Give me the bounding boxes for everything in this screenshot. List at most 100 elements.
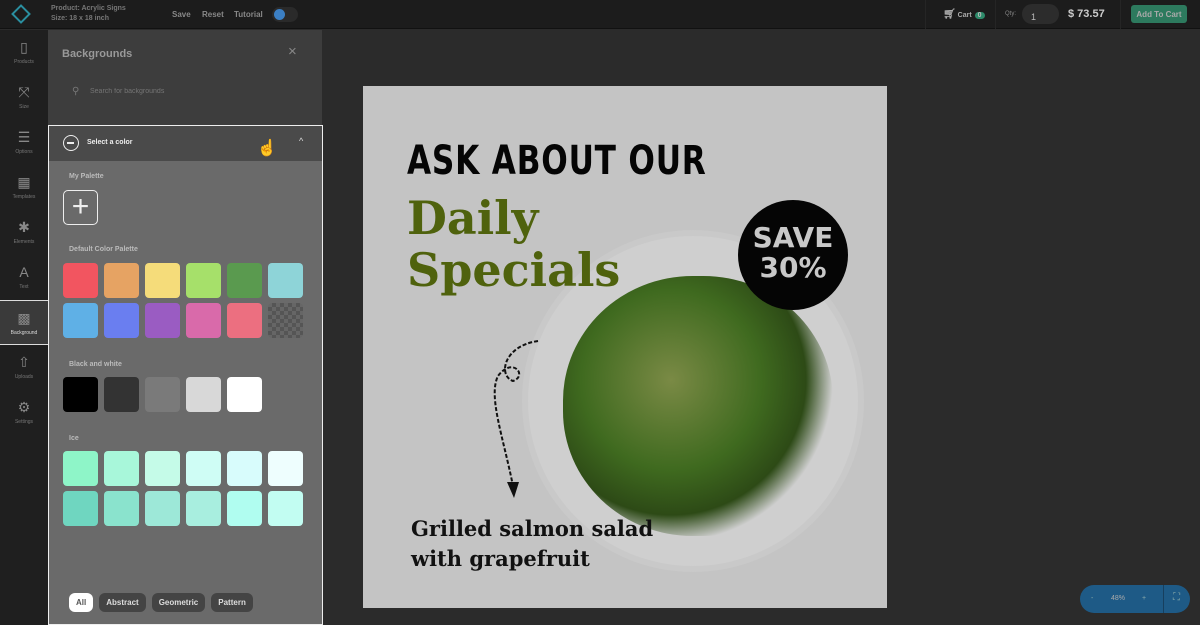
color-swatch[interactable] — [63, 303, 98, 338]
color-accordion: Select a color ☝ ^ My Palette + Default … — [48, 125, 323, 625]
color-swatch[interactable] — [145, 491, 180, 526]
caption-line-2: with grapefruit — [411, 546, 590, 571]
color-swatch[interactable] — [227, 263, 262, 298]
tutorial-button[interactable]: Tutorial — [234, 10, 263, 19]
default-color-grid — [63, 263, 303, 338]
minus-circle-icon — [63, 135, 79, 151]
color-swatch[interactable] — [63, 377, 98, 412]
divider — [1120, 0, 1121, 29]
zoom-control: - 48% + ⛶ — [1080, 585, 1190, 613]
color-swatch[interactable] — [104, 377, 139, 412]
headline-text[interactable]: ASK ABOUT OUR — [407, 138, 707, 184]
sidebar-item-size[interactable]: ⤧ Size — [0, 75, 48, 120]
chevron-up-icon[interactable]: ^ — [299, 136, 303, 146]
color-swatch[interactable] — [104, 303, 139, 338]
color-swatch[interactable] — [104, 451, 139, 486]
color-swatch[interactable] — [145, 263, 180, 298]
color-swatch[interactable] — [145, 303, 180, 338]
bw-label: Black and white — [69, 361, 122, 368]
add-color-button[interactable]: + — [63, 190, 98, 225]
reset-button[interactable]: Reset — [202, 10, 224, 19]
discount-text: 30% — [759, 251, 827, 284]
uploads-icon: ⇧ — [18, 354, 30, 370]
arrow-doodle — [493, 340, 539, 498]
sidebar-item-label: Background — [10, 330, 38, 336]
color-swatch[interactable] — [186, 451, 221, 486]
design-canvas[interactable]: ASK ABOUT OUR Daily Specials SAVE 30% Gril… — [363, 86, 887, 608]
caption-text[interactable]: Grilled salmon salad with grapefruit — [411, 514, 653, 574]
accordion-title: Select a color — [87, 139, 133, 146]
price: $ 73.57 — [1068, 8, 1105, 20]
save-text: SAVE — [752, 221, 834, 254]
sidebar-item-background[interactable]: ▩ Background — [0, 300, 48, 345]
sidebar-item-products[interactable]: ▯ Products — [0, 30, 48, 75]
color-swatch[interactable] — [268, 491, 303, 526]
color-swatch[interactable] — [227, 451, 262, 486]
color-swatch[interactable] — [268, 451, 303, 486]
products-icon: ▯ — [20, 39, 28, 55]
bw-color-grid — [63, 377, 303, 412]
cart-icon: 🛒︎ — [943, 9, 956, 20]
background-icon: ▩ — [17, 310, 31, 326]
default-palette-label: Default Color Palette — [69, 246, 138, 253]
qty-label: Qty: — [1005, 11, 1017, 17]
sidebar-item-elements[interactable]: ✱ Elements — [0, 210, 48, 255]
ice-color-grid — [63, 451, 303, 526]
ice-label: Ice — [69, 435, 79, 442]
specials-text[interactable]: Daily Specials — [407, 192, 620, 296]
logo-icon — [11, 4, 31, 24]
category-chips: All Abstract Geometric Pattern — [69, 593, 253, 612]
save-badge[interactable]: SAVE 30% — [738, 200, 848, 310]
accordion-header[interactable]: Select a color ☝ ^ — [49, 126, 322, 161]
size-icon: ⤧ — [18, 84, 30, 100]
color-swatch[interactable] — [186, 491, 221, 526]
sidebar-item-label: Elements — [13, 239, 35, 245]
chip-all[interactable]: All — [69, 593, 94, 612]
sidebar-item-settings[interactable]: ⚙ Settings — [0, 390, 48, 435]
sidebar-item-options[interactable]: ☰ Options — [0, 120, 48, 165]
color-swatch[interactable] — [186, 303, 221, 338]
fullscreen-icon[interactable]: ⛶ — [1173, 592, 1180, 603]
chip-geometric[interactable]: Geometric — [151, 593, 206, 612]
color-swatch[interactable] — [186, 263, 221, 298]
specials-word: Specials — [407, 243, 621, 297]
cart-button[interactable]: 🛒︎ Cart 0 — [943, 9, 985, 20]
color-swatch[interactable] — [227, 491, 262, 526]
color-swatch[interactable] — [227, 303, 262, 338]
dark-mode-toggle[interactable] — [272, 7, 298, 22]
color-swatch[interactable] — [268, 263, 303, 298]
zoom-in-button[interactable]: + — [1142, 595, 1146, 602]
color-swatch[interactable] — [145, 451, 180, 486]
save-button[interactable]: Save — [172, 10, 191, 19]
zoom-level: 48% — [1111, 595, 1126, 602]
sidebar-item-text[interactable]: A Text — [0, 255, 48, 300]
qty-input[interactable] — [1022, 4, 1059, 24]
color-swatch[interactable] — [104, 263, 139, 298]
chip-pattern[interactable]: Pattern — [211, 593, 253, 612]
salad-image — [563, 276, 833, 536]
search-icon: ⚲ — [72, 86, 80, 97]
color-swatch[interactable] — [145, 377, 180, 412]
zoom-out-button[interactable]: - — [1091, 595, 1093, 602]
search-input[interactable] — [90, 88, 290, 95]
color-swatch[interactable] — [227, 377, 262, 412]
sidebar-item-label: Size — [19, 104, 29, 110]
text-icon: A — [19, 264, 29, 280]
settings-icon: ⚙ — [17, 399, 31, 415]
color-swatch[interactable] — [63, 491, 98, 526]
add-to-cart-button[interactable]: Add To Cart — [1131, 5, 1187, 23]
color-swatch[interactable] — [63, 451, 98, 486]
hand-cursor-icon: ☝ — [257, 140, 277, 157]
cart-count-badge: 0 — [974, 12, 985, 19]
sidebar-item-templates[interactable]: ▦ Templates — [0, 165, 48, 210]
color-swatch[interactable] — [104, 491, 139, 526]
color-swatch[interactable] — [63, 263, 98, 298]
chip-abstract[interactable]: Abstract — [99, 593, 146, 612]
divider — [925, 0, 926, 29]
sidebar-item-uploads[interactable]: ⇧ Uploads — [0, 345, 48, 390]
color-swatch[interactable] — [268, 303, 303, 338]
sidebar-item-label: Templates — [12, 194, 36, 200]
my-palette-label: My Palette — [69, 173, 104, 180]
color-swatch[interactable] — [186, 377, 221, 412]
close-icon[interactable]: × — [288, 43, 297, 60]
